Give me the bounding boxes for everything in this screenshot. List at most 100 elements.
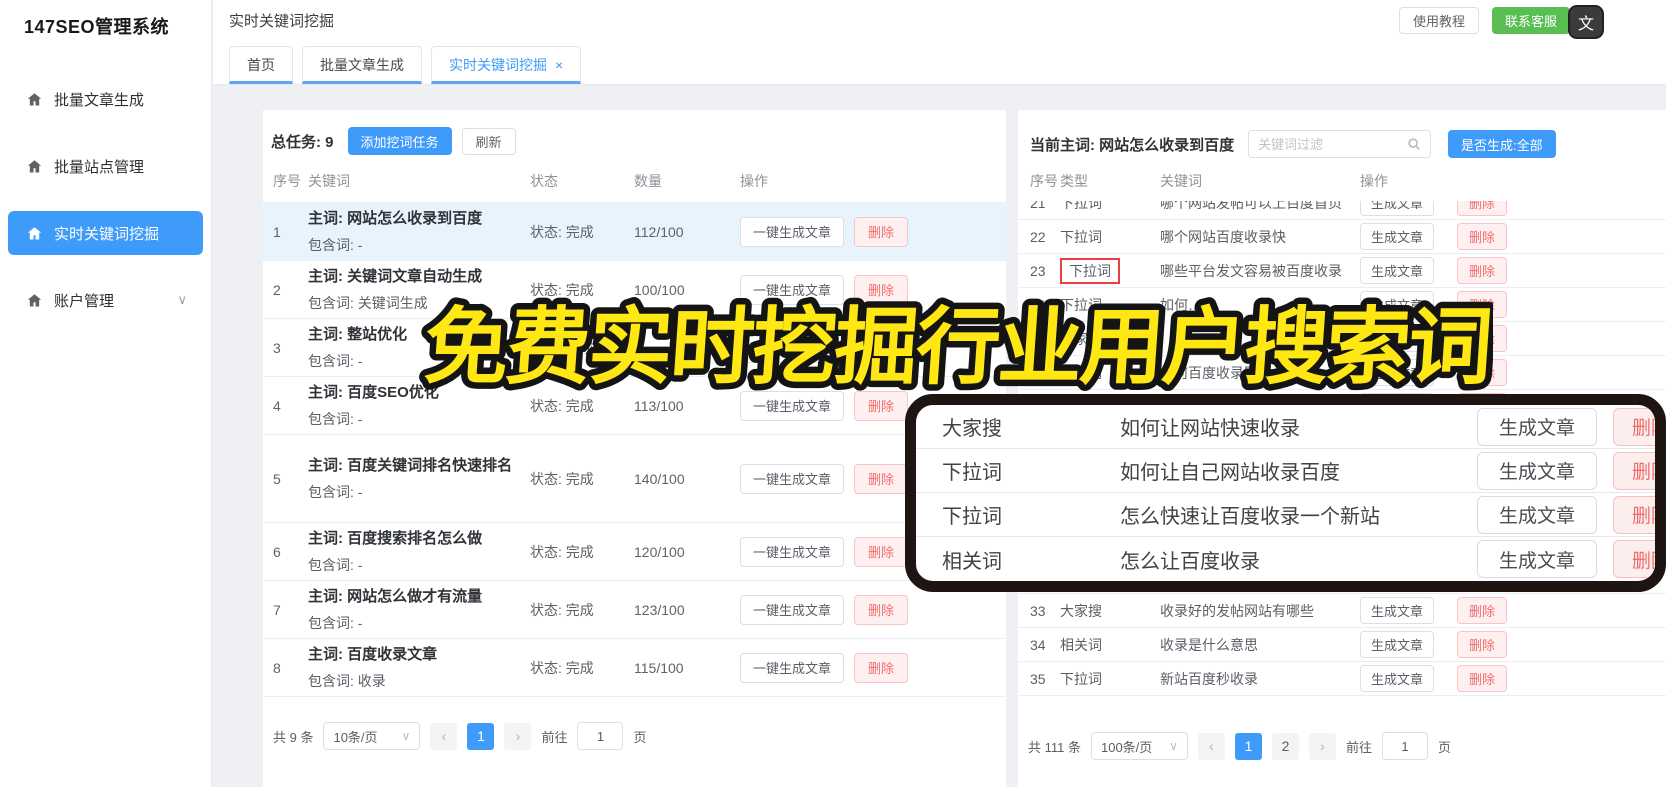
- delete-button[interactable]: 删除: [1457, 597, 1508, 624]
- delete-button[interactable]: 删除: [854, 536, 909, 567]
- tab-label: 实时关键词挖掘: [449, 57, 547, 73]
- generate-article-button[interactable]: 生成文章: [1360, 597, 1435, 624]
- keywords-goto-label: 前往: [1345, 739, 1372, 755]
- task-index: 5: [273, 470, 281, 487]
- tasks-page-1-button[interactable]: 1: [467, 722, 495, 750]
- delete-button[interactable]: 删除: [1457, 201, 1508, 216]
- sidebar-item-label: 批量文章生成: [54, 91, 145, 109]
- inset-row: 大家搜 如何让网站快速收录 生成文章 删除: [916, 405, 1655, 449]
- task-quantity: 100/100: [634, 281, 685, 298]
- keyword-index: 33: [1030, 602, 1046, 619]
- keywords-page-size-select[interactable]: 100条/页 ∨: [1090, 732, 1188, 760]
- delete-button[interactable]: 删除: [1457, 631, 1508, 658]
- generate-article-button[interactable]: 一键生成文章: [740, 390, 845, 421]
- sidebar-item-account[interactable]: 账户管理 ∨: [8, 278, 203, 322]
- sidebar-item-site-manage[interactable]: 批量站点管理: [8, 144, 203, 188]
- generate-article-button[interactable]: 生成文章: [1360, 223, 1435, 250]
- sidebar-item-keyword-mining[interactable]: 实时关键词挖掘: [8, 211, 203, 255]
- task-quantity: 123/100: [634, 601, 685, 618]
- tab[interactable]: 实时关键词挖掘 ×: [431, 46, 582, 84]
- delete-button[interactable]: 删除: [1613, 495, 1655, 534]
- keyword-filter-input[interactable]: [1258, 136, 1401, 152]
- delete-button[interactable]: 删除: [1457, 359, 1508, 386]
- generate-article-button[interactable]: 一键生成文章: [740, 652, 845, 683]
- tasks-goto-input[interactable]: [577, 722, 624, 750]
- task-row: 5 主词: 百度关键词排名快速排名 包含词: - 状态: 完成 140/100 …: [263, 435, 1006, 523]
- app-logo: 147SEO管理系统: [24, 17, 170, 37]
- generate-article-button[interactable]: 生成文章: [1360, 665, 1435, 692]
- delete-button[interactable]: 删除: [854, 594, 909, 625]
- task-status: 状态: 完成: [530, 339, 594, 356]
- generate-article-button[interactable]: 生成文章: [1360, 325, 1435, 352]
- generate-article-button[interactable]: 一键生成文章: [740, 594, 845, 625]
- col-actions: 操作: [1360, 173, 1388, 189]
- delete-button[interactable]: 删除: [854, 463, 909, 494]
- delete-button[interactable]: 删除: [854, 332, 909, 363]
- delete-button[interactable]: 删除: [1613, 407, 1655, 446]
- tab-label: 首页: [247, 57, 275, 73]
- generate-article-button[interactable]: 一键生成文章: [740, 536, 845, 567]
- generate-article-button[interactable]: 生成文章: [1360, 631, 1435, 658]
- generate-all-button[interactable]: 是否生成:全部: [1448, 130, 1556, 158]
- keywords-page-2-button[interactable]: 2: [1271, 732, 1299, 760]
- delete-button[interactable]: 删除: [1457, 665, 1508, 692]
- delete-button[interactable]: 删除: [1613, 540, 1655, 578]
- keywords-prev-page-button[interactable]: ‹: [1197, 732, 1225, 760]
- keywords-goto-input[interactable]: [1382, 732, 1428, 760]
- generate-article-button[interactable]: 一键生成文章: [740, 332, 845, 363]
- sidebar-item-article-gen[interactable]: 批量文章生成: [8, 77, 203, 121]
- contact-button[interactable]: 联系客服: [1491, 7, 1570, 34]
- delete-button[interactable]: 删除: [854, 652, 909, 683]
- generate-article-button[interactable]: 生成文章: [1360, 201, 1435, 216]
- task-main-keyword: 主词: 百度关键词排名快速排名: [308, 457, 513, 475]
- tab[interactable]: 批量文章生成: [302, 46, 422, 84]
- delete-button[interactable]: 删除: [1457, 223, 1508, 250]
- task-main-keyword: 主词: 百度收录文章: [308, 646, 438, 664]
- generate-article-button[interactable]: 生成文章: [1360, 291, 1435, 318]
- keyword-text: 哪个网站发帖可以上百度首页: [1160, 201, 1342, 211]
- keywords-next-page-button[interactable]: ›: [1308, 732, 1336, 760]
- delete-button[interactable]: 删除: [854, 390, 909, 421]
- tab[interactable]: 首页: [229, 46, 293, 84]
- delete-button[interactable]: 删除: [854, 216, 909, 247]
- delete-button[interactable]: 删除: [1457, 291, 1508, 318]
- task-included-words: 包含词: 收录: [308, 672, 386, 689]
- generate-article-button[interactable]: 生成文章: [1477, 407, 1597, 446]
- generate-article-button[interactable]: 生成文章: [1360, 359, 1435, 386]
- generate-article-button[interactable]: 生成文章: [1477, 451, 1597, 490]
- keyword-type: 下拉词: [1060, 201, 1102, 211]
- task-main-keyword: 主词: 百度搜索排名怎么做: [308, 530, 483, 548]
- add-task-button[interactable]: 添加挖词任务: [347, 127, 452, 155]
- tutorial-button[interactable]: 使用教程: [1398, 7, 1479, 34]
- task-included-words: 包含词: -: [308, 614, 363, 631]
- generate-article-button[interactable]: 生成文章: [1360, 257, 1435, 284]
- keyword-row: 33 大家搜 收录好的发帖网站有哪些 生成文章 删除: [1018, 594, 1666, 628]
- delete-button[interactable]: 删除: [854, 274, 909, 305]
- task-quantity: 140/100: [634, 470, 685, 487]
- keyword-type: 下拉词: [1060, 257, 1120, 284]
- tasks-goto-label: 前往: [541, 729, 568, 745]
- refresh-button[interactable]: 刷新: [461, 127, 516, 155]
- tasks-next-page-button[interactable]: ›: [504, 722, 532, 750]
- tasks-page-size-select[interactable]: 10条/页 ∨: [323, 722, 421, 750]
- translate-icon[interactable]: 文: [1568, 5, 1604, 39]
- keyword-row: 34 相关词 收录是什么意思 生成文章 删除: [1018, 628, 1666, 662]
- delete-button[interactable]: 删除: [1457, 257, 1508, 284]
- generate-article-button[interactable]: 生成文章: [1477, 495, 1597, 534]
- tasks-prev-page-button[interactable]: ‹: [430, 722, 458, 750]
- generate-article-button[interactable]: 一键生成文章: [740, 463, 845, 494]
- delete-button[interactable]: 删除: [1457, 325, 1508, 352]
- task-index: 6: [273, 543, 281, 560]
- keyword-row: 25 大家搜 生成文章 删除: [1018, 322, 1666, 356]
- generate-article-button[interactable]: 一键生成文章: [740, 274, 845, 305]
- delete-button[interactable]: 删除: [1613, 451, 1655, 490]
- generate-article-button[interactable]: 一键生成文章: [740, 216, 845, 247]
- generate-article-button[interactable]: 生成文章: [1477, 540, 1597, 578]
- keyword-text: 新站百度秒收录: [1160, 670, 1258, 687]
- close-icon[interactable]: ×: [555, 58, 563, 72]
- keyword-text: 怎么快速让百度收录一个新站: [1120, 506, 1380, 528]
- keywords-page-1-button[interactable]: 1: [1234, 732, 1262, 760]
- task-quantity: 120/100: [634, 543, 685, 560]
- col-actions: 操作: [740, 172, 768, 189]
- keyword-index: 26: [1030, 364, 1046, 381]
